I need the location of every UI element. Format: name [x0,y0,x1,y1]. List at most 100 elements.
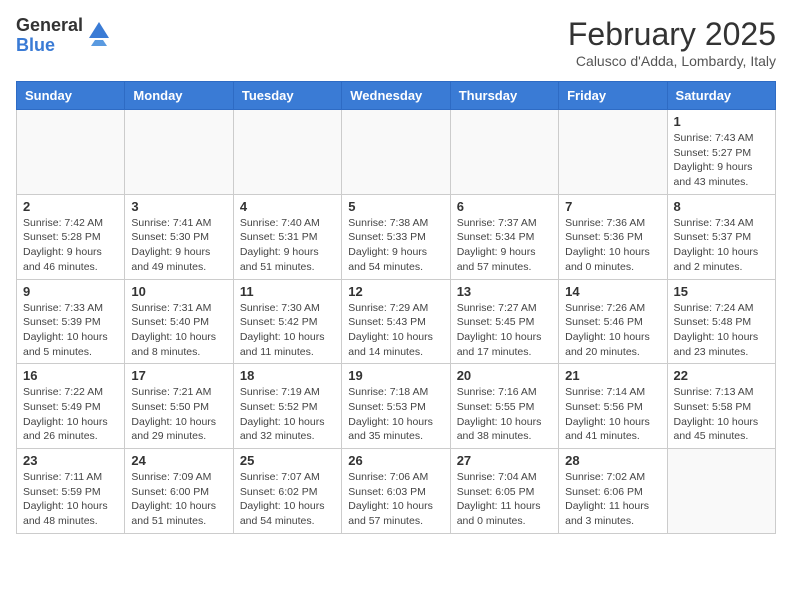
calendar-cell: 20Sunrise: 7:16 AM Sunset: 5:55 PM Dayli… [450,364,558,449]
calendar-cell: 23Sunrise: 7:11 AM Sunset: 5:59 PM Dayli… [17,449,125,534]
day-info: Sunrise: 7:30 AM Sunset: 5:42 PM Dayligh… [240,301,335,360]
day-number: 20 [457,368,552,383]
day-number: 22 [674,368,769,383]
day-number: 7 [565,199,660,214]
weekday-header-tuesday: Tuesday [233,82,341,110]
day-number: 9 [23,284,118,299]
weekday-header-row: SundayMondayTuesdayWednesdayThursdayFrid… [17,82,776,110]
calendar-cell [450,110,558,195]
day-number: 2 [23,199,118,214]
weekday-header-sunday: Sunday [17,82,125,110]
calendar-cell: 27 Sunrise: 7:04 AM Sunset: 6:05 PM Dayli… [450,449,558,534]
location: Calusco d'Adda, Lombardy, Italy [568,53,776,69]
calendar-cell: 12 Sunrise: 7:29 AM Sunset: 5:43 PM Dayli… [342,279,450,364]
day-number: 1 [674,114,769,129]
calendar-cell [342,110,450,195]
calendar-cell: 2 Sunrise: 7:42 AM Sunset: 5:28 PM Daylig… [17,194,125,279]
day-info: Sunrise: 7:26 AM Sunset: 5:46 PM Dayligh… [565,301,660,360]
day-number: 25 [240,453,335,468]
calendar-cell [125,110,233,195]
day-info: Sunrise: 7:19 AM Sunset: 5:52 PM Dayligh… [240,385,335,444]
calendar-cell: 1 Sunrise: 7:43 AM Sunset: 5:27 PM Daylig… [667,110,775,195]
logo: General Blue [16,16,113,56]
calendar-cell: 3Sunrise: 7:41 AM Sunset: 5:30 PM Daylig… [125,194,233,279]
day-number: 5 [348,199,443,214]
calendar-cell: 5 Sunrise: 7:38 AM Sunset: 5:33 PM Daylig… [342,194,450,279]
day-info: Sunrise: 7:31 AM Sunset: 5:40 PM Dayligh… [131,301,226,360]
day-info: Sunrise: 7:04 AM Sunset: 6:05 PM Dayligh… [457,470,552,529]
calendar-cell: 22 Sunrise: 7:13 AM Sunset: 5:58 PM Dayli… [667,364,775,449]
day-number: 8 [674,199,769,214]
weekday-header-saturday: Saturday [667,82,775,110]
day-number: 6 [457,199,552,214]
logo-general-text: General [16,16,83,36]
calendar-cell: 13 Sunrise: 7:27 AM Sunset: 5:45 PM Dayli… [450,279,558,364]
day-number: 24 [131,453,226,468]
day-info: Sunrise: 7:14 AM Sunset: 5:56 PM Dayligh… [565,385,660,444]
day-number: 12 [348,284,443,299]
day-number: 27 [457,453,552,468]
calendar-week-row: 9Sunrise: 7:33 AM Sunset: 5:39 PM Daylig… [17,279,776,364]
day-info: Sunrise: 7:18 AM Sunset: 5:53 PM Dayligh… [348,385,443,444]
day-info: Sunrise: 7:21 AM Sunset: 5:50 PM Dayligh… [131,385,226,444]
day-info: Sunrise: 7:24 AM Sunset: 5:48 PM Dayligh… [674,301,769,360]
calendar-week-row: 23Sunrise: 7:11 AM Sunset: 5:59 PM Dayli… [17,449,776,534]
day-info: Sunrise: 7:06 AM Sunset: 6:03 PM Dayligh… [348,470,443,529]
calendar-cell: 7 Sunrise: 7:36 AM Sunset: 5:36 PM Daylig… [559,194,667,279]
day-info: Sunrise: 7:41 AM Sunset: 5:30 PM Dayligh… [131,216,226,275]
calendar-cell: 10 Sunrise: 7:31 AM Sunset: 5:40 PM Dayli… [125,279,233,364]
calendar-cell: 4 Sunrise: 7:40 AM Sunset: 5:31 PM Daylig… [233,194,341,279]
calendar-cell: 8Sunrise: 7:34 AM Sunset: 5:37 PM Daylig… [667,194,775,279]
calendar-cell: 24 Sunrise: 7:09 AM Sunset: 6:00 PM Dayli… [125,449,233,534]
day-number: 14 [565,284,660,299]
calendar-week-row: 1 Sunrise: 7:43 AM Sunset: 5:27 PM Daylig… [17,110,776,195]
calendar-cell [559,110,667,195]
calendar-cell [667,449,775,534]
calendar-week-row: 2 Sunrise: 7:42 AM Sunset: 5:28 PM Daylig… [17,194,776,279]
day-info: Sunrise: 7:36 AM Sunset: 5:36 PM Dayligh… [565,216,660,275]
day-number: 18 [240,368,335,383]
calendar-cell: 16Sunrise: 7:22 AM Sunset: 5:49 PM Dayli… [17,364,125,449]
day-info: Sunrise: 7:43 AM Sunset: 5:27 PM Dayligh… [674,131,769,190]
page-header: General Blue February 2025 Calusco d'Add… [16,16,776,69]
weekday-header-wednesday: Wednesday [342,82,450,110]
day-number: 17 [131,368,226,383]
calendar-cell: 9Sunrise: 7:33 AM Sunset: 5:39 PM Daylig… [17,279,125,364]
day-number: 10 [131,284,226,299]
day-info: Sunrise: 7:13 AM Sunset: 5:58 PM Dayligh… [674,385,769,444]
calendar-cell [233,110,341,195]
calendar-cell: 14 Sunrise: 7:26 AM Sunset: 5:46 PM Dayli… [559,279,667,364]
day-number: 13 [457,284,552,299]
logo-blue-text: Blue [16,36,83,56]
day-info: Sunrise: 7:37 AM Sunset: 5:34 PM Dayligh… [457,216,552,275]
day-info: Sunrise: 7:29 AM Sunset: 5:43 PM Dayligh… [348,301,443,360]
day-number: 15 [674,284,769,299]
calendar-cell: 15 Sunrise: 7:24 AM Sunset: 5:48 PM Dayli… [667,279,775,364]
calendar-cell: 11 Sunrise: 7:30 AM Sunset: 5:42 PM Dayli… [233,279,341,364]
day-info: Sunrise: 7:40 AM Sunset: 5:31 PM Dayligh… [240,216,335,275]
day-info: Sunrise: 7:38 AM Sunset: 5:33 PM Dayligh… [348,216,443,275]
weekday-header-thursday: Thursday [450,82,558,110]
calendar-cell: 17 Sunrise: 7:21 AM Sunset: 5:50 PM Dayli… [125,364,233,449]
calendar-cell: 18 Sunrise: 7:19 AM Sunset: 5:52 PM Dayli… [233,364,341,449]
day-info: Sunrise: 7:09 AM Sunset: 6:00 PM Dayligh… [131,470,226,529]
day-info: Sunrise: 7:11 AM Sunset: 5:59 PM Dayligh… [23,470,118,529]
calendar-cell: 6 Sunrise: 7:37 AM Sunset: 5:34 PM Daylig… [450,194,558,279]
day-info: Sunrise: 7:02 AM Sunset: 6:06 PM Dayligh… [565,470,660,529]
calendar-cell [17,110,125,195]
calendar-cell: 25 Sunrise: 7:07 AM Sunset: 6:02 PM Dayli… [233,449,341,534]
day-info: Sunrise: 7:42 AM Sunset: 5:28 PM Dayligh… [23,216,118,275]
logo-icon [85,18,113,46]
day-number: 11 [240,284,335,299]
calendar-table: SundayMondayTuesdayWednesdayThursdayFrid… [16,81,776,534]
day-info: Sunrise: 7:07 AM Sunset: 6:02 PM Dayligh… [240,470,335,529]
weekday-header-friday: Friday [559,82,667,110]
title-section: February 2025 Calusco d'Adda, Lombardy, … [568,16,776,69]
calendar-cell: 19Sunrise: 7:18 AM Sunset: 5:53 PM Dayli… [342,364,450,449]
day-info: Sunrise: 7:27 AM Sunset: 5:45 PM Dayligh… [457,301,552,360]
day-number: 4 [240,199,335,214]
weekday-header-monday: Monday [125,82,233,110]
day-number: 21 [565,368,660,383]
calendar-week-row: 16Sunrise: 7:22 AM Sunset: 5:49 PM Dayli… [17,364,776,449]
calendar-cell: 26Sunrise: 7:06 AM Sunset: 6:03 PM Dayli… [342,449,450,534]
